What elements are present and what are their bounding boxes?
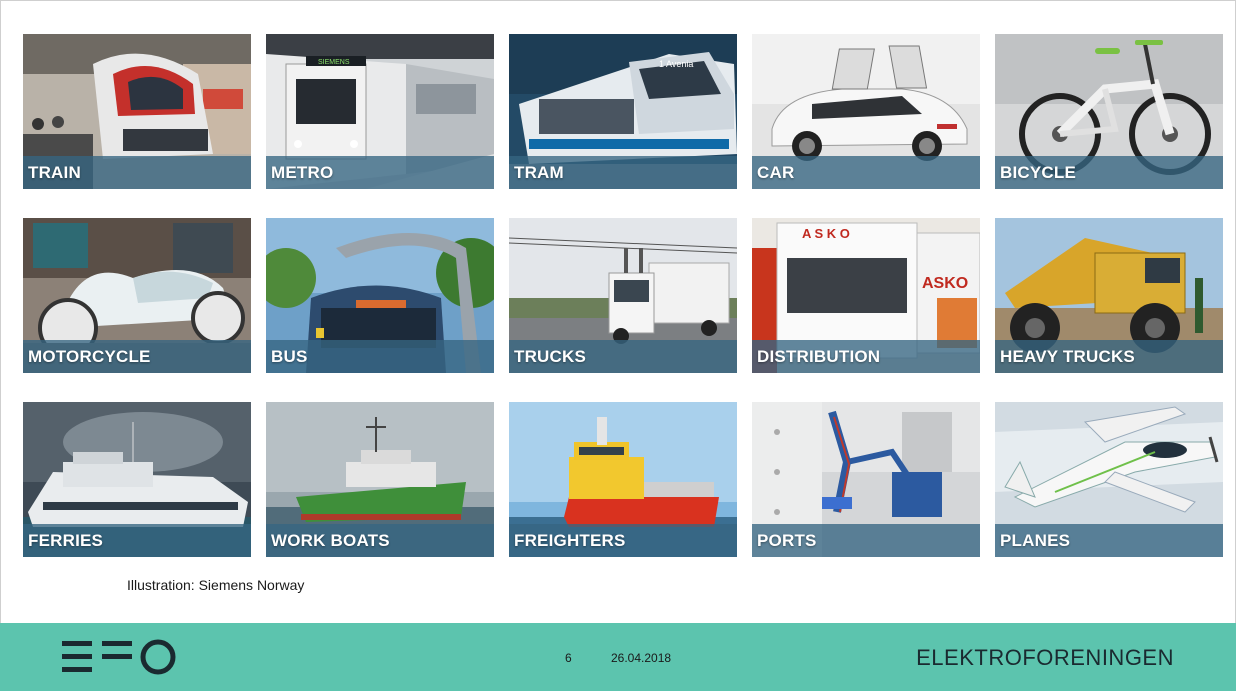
slide-footer: 6 26.04.2018 ELEKTROFORENINGEN (0, 623, 1236, 691)
tile-label: METRO (271, 163, 334, 182)
tile-label: PORTS (757, 531, 817, 550)
tile-label: BICYCLE (1000, 163, 1077, 182)
slide-date: 26.04.2018 (611, 651, 672, 665)
tile-distribution: A S K O ASKO DISTRIBUTION (752, 218, 980, 373)
tile-train: TRAIN (23, 34, 251, 189)
tile-label: WORK BOATS (271, 531, 390, 550)
tile-car: CAR (752, 34, 980, 189)
tile-label: TRUCKS (514, 347, 587, 366)
tile-ferries: FERRIES (23, 402, 251, 557)
tile-label: FERRIES (28, 531, 104, 550)
tile-label: BUS (271, 347, 308, 366)
tile-label: MOTORCYCLE (28, 347, 151, 366)
tile-label: HEAVY TRUCKS (1000, 347, 1135, 366)
tile-label: FREIGHTERS (514, 531, 626, 550)
tile-tram: 1 Avenia TRAM (509, 34, 737, 189)
tile-label: DISTRIBUTION (757, 347, 881, 366)
tile-label: PLANES (1000, 531, 1071, 550)
organization-name: ELEKTROFORENINGEN (916, 645, 1174, 670)
tile-motorcycle: MOTORCYCLE (23, 218, 251, 373)
svg-text:1 Avenia: 1 Avenia (659, 59, 693, 69)
tile-planes: PLANES (995, 402, 1223, 557)
svg-text:A S K O: A S K O (802, 226, 850, 241)
tile-metro: SIEMENS METRO (266, 34, 494, 189)
svg-text:ASKO: ASKO (922, 275, 968, 292)
svg-text:SIEMENS: SIEMENS (318, 59, 350, 66)
tile-bus: BUS (266, 218, 494, 373)
tile-ports: PORTS (752, 402, 980, 557)
tile-work-boats: WORK BOATS (266, 402, 494, 557)
image-credit: Illustration: Siemens Norway (127, 577, 305, 593)
efo-logo (62, 639, 176, 675)
tile-label: CAR (757, 163, 795, 182)
tile-trucks: TRUCKS (509, 218, 737, 373)
tile-heavy-trucks: HEAVY TRUCKS (995, 218, 1223, 373)
transport-grid: TRAIN SIEMENS METRO 1 Avenia TRAM CAR BI… (23, 34, 1223, 557)
tile-bicycle: BICYCLE (995, 34, 1223, 189)
page-number: 6 (565, 651, 572, 665)
tile-freighters: FREIGHTERS (509, 402, 737, 557)
tile-label: TRAM (514, 163, 564, 182)
tile-label: TRAIN (28, 163, 81, 182)
